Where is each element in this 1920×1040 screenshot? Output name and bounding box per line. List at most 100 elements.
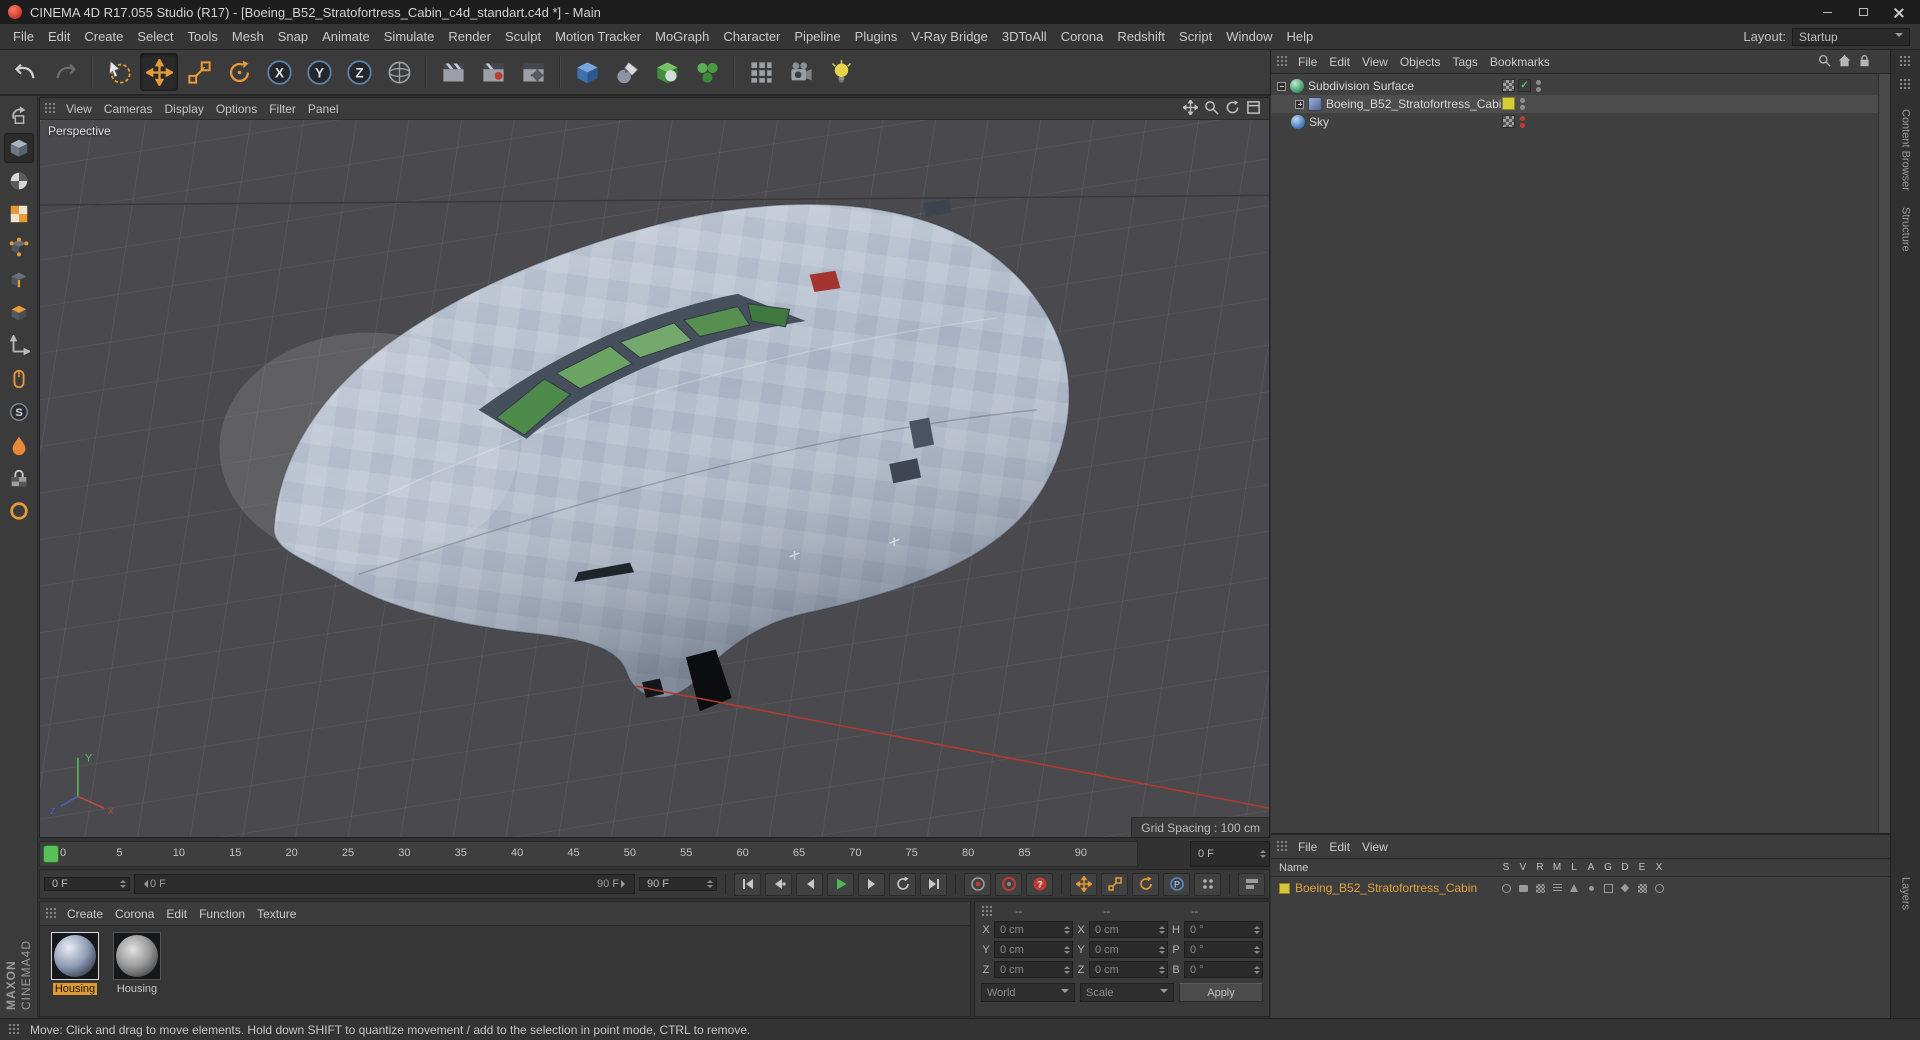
panel-grip-icon[interactable] [1276, 55, 1287, 68]
menubar-item[interactable]: Tools [181, 26, 225, 47]
viewport-menu-item[interactable]: Panel [302, 100, 345, 118]
menubar-item[interactable]: Edit [41, 26, 77, 47]
menubar-item[interactable]: Help [1280, 26, 1321, 47]
menubar-item[interactable]: Window [1219, 26, 1279, 47]
menubar-item[interactable]: File [6, 26, 41, 47]
spinner-arrows-icon[interactable] [1254, 943, 1260, 957]
lock-z-axis-icon[interactable]: Z [340, 53, 378, 91]
spinner-arrows-icon[interactable] [707, 880, 713, 888]
layer-manager-menu-item[interactable]: Edit [1323, 838, 1356, 856]
add-cube-icon[interactable] [568, 53, 606, 91]
sculpt-pen-icon[interactable] [608, 53, 646, 91]
viewport-menu-item[interactable]: Options [210, 100, 263, 118]
side-panel-tab-layers[interactable]: Layers [1900, 869, 1912, 918]
snap-icon[interactable]: S [4, 397, 34, 427]
toggle-view-icon[interactable] [1246, 100, 1261, 118]
undo-icon[interactable] [6, 53, 44, 91]
lock-icon[interactable] [1858, 54, 1871, 70]
end-frame-field[interactable]: 90 F [639, 877, 717, 891]
lock-workplane-icon[interactable] [4, 463, 34, 493]
move-tool-icon[interactable] [140, 53, 178, 91]
menubar-item[interactable]: Mesh [225, 26, 271, 47]
ruler-frame-field[interactable]: 0 F [1190, 841, 1270, 867]
timeline-ruler[interactable]: 0 5 10 15 20 25 30 35 40 45 50 55 60 65 70 75 80 85 90 [39, 841, 1138, 867]
close-button[interactable] [1886, 4, 1912, 20]
menubar-item[interactable]: 3DToAll [995, 26, 1054, 47]
scale-tool-icon[interactable] [180, 53, 218, 91]
key-rotation-toggle[interactable] [1132, 872, 1159, 896]
goto-end-button[interactable] [920, 872, 947, 896]
position-input[interactable]: 0 cm [994, 961, 1073, 978]
keying-help-button[interactable]: ? [1026, 872, 1053, 896]
transform-mode-select[interactable]: Scale [1080, 983, 1174, 1002]
layer-toggle-manager[interactable] [1550, 882, 1564, 895]
object-manager-menu-item[interactable]: File [1292, 53, 1323, 71]
material-menu-item[interactable]: Create [61, 905, 109, 923]
previous-frame-button[interactable] [796, 872, 823, 896]
visibility-dots[interactable] [1520, 97, 1525, 110]
enable-axis-icon[interactable] [4, 331, 34, 361]
visibility-dots[interactable] [1536, 79, 1541, 92]
lock-x-axis-icon[interactable]: X [260, 53, 298, 91]
play-button[interactable] [827, 872, 854, 896]
menubar-item[interactable]: Sculpt [498, 26, 548, 47]
layout-select[interactable]: Startup [1792, 27, 1910, 46]
spinner-arrows-icon[interactable] [1159, 943, 1165, 957]
viewport-3d-canvas[interactable]: Perspective Y X Z Grid Spacing: 100 cm [40, 120, 1269, 837]
menubar-item[interactable]: V-Ray Bridge [904, 26, 995, 47]
quantize-icon[interactable] [4, 496, 34, 526]
material-menu-item[interactable]: Edit [160, 905, 193, 923]
menubar-item[interactable]: Corona [1054, 26, 1111, 47]
spinner-arrows-icon[interactable] [1254, 963, 1260, 977]
layer-manager-menu-item[interactable]: File [1292, 838, 1323, 856]
goto-start-button[interactable] [734, 872, 761, 896]
material-preview[interactable] [113, 932, 161, 980]
zoom-view-icon[interactable] [1204, 100, 1219, 118]
current-frame-field[interactable]: 0 F [44, 877, 130, 891]
record-keyframe-button[interactable] [964, 872, 991, 896]
size-input[interactable]: 0 cm [1089, 921, 1168, 938]
pan-view-icon[interactable] [1181, 98, 1200, 118]
home-icon[interactable] [1838, 54, 1851, 70]
spinner-arrows-icon[interactable] [1159, 923, 1165, 937]
layer-toggle-animation[interactable] [1584, 882, 1598, 895]
spinner-arrows-icon[interactable] [1159, 963, 1165, 977]
side-panel-tab[interactable]: Structure [1900, 199, 1912, 260]
edges-mode-icon[interactable] [4, 265, 34, 295]
layer-toggle-lock[interactable] [1567, 882, 1581, 895]
material-item[interactable]: Housing [110, 932, 164, 995]
viewport-menu-item[interactable]: View [60, 100, 98, 118]
layer-row[interactable]: Boeing_B52_Stratofortress_Cabin [1271, 877, 1890, 899]
layer-color-swatch[interactable] [1279, 882, 1290, 894]
key-pla-toggle[interactable] [1194, 872, 1221, 896]
layer-toggle-deformers[interactable] [1618, 882, 1632, 895]
light-icon[interactable] [822, 53, 860, 91]
layer-toggle-generators[interactable] [1601, 882, 1615, 895]
panel-grip-icon[interactable] [1899, 78, 1912, 91]
view-label[interactable]: Perspective [48, 124, 111, 138]
menubar-item[interactable]: Character [716, 26, 787, 47]
object-manager-menu-item[interactable]: Tags [1447, 53, 1484, 71]
menubar-item[interactable]: Create [77, 26, 130, 47]
coordinate-system-select[interactable]: World [981, 983, 1075, 1002]
expand-icon[interactable] [1295, 99, 1304, 109]
polygons-mode-icon[interactable] [4, 298, 34, 328]
tree-row-sky[interactable]: Sky [1271, 113, 1878, 131]
uv-mode-icon[interactable] [4, 199, 34, 229]
render-view-icon[interactable] [434, 53, 472, 91]
layer-toggle-expressions[interactable] [1635, 882, 1649, 895]
object-manager-menu-item[interactable]: Bookmarks [1484, 53, 1556, 71]
array-icon[interactable] [742, 53, 780, 91]
size-input[interactable]: 0 cm [1089, 961, 1168, 978]
menubar-item[interactable]: Plugins [848, 26, 905, 47]
paint-icon[interactable] [4, 430, 34, 460]
live-selection-icon[interactable] [100, 53, 138, 91]
current-frame-marker[interactable] [43, 845, 59, 863]
menubar-item[interactable]: MoGraph [648, 26, 716, 47]
range-end-handle-icon[interactable] [621, 880, 629, 888]
spinner-arrows-icon[interactable] [120, 880, 126, 888]
make-editable-icon[interactable] [4, 100, 34, 130]
size-input[interactable]: 0 cm [1089, 941, 1168, 958]
material-menu-item[interactable]: Function [193, 905, 251, 923]
panel-grip-icon[interactable] [45, 907, 56, 920]
